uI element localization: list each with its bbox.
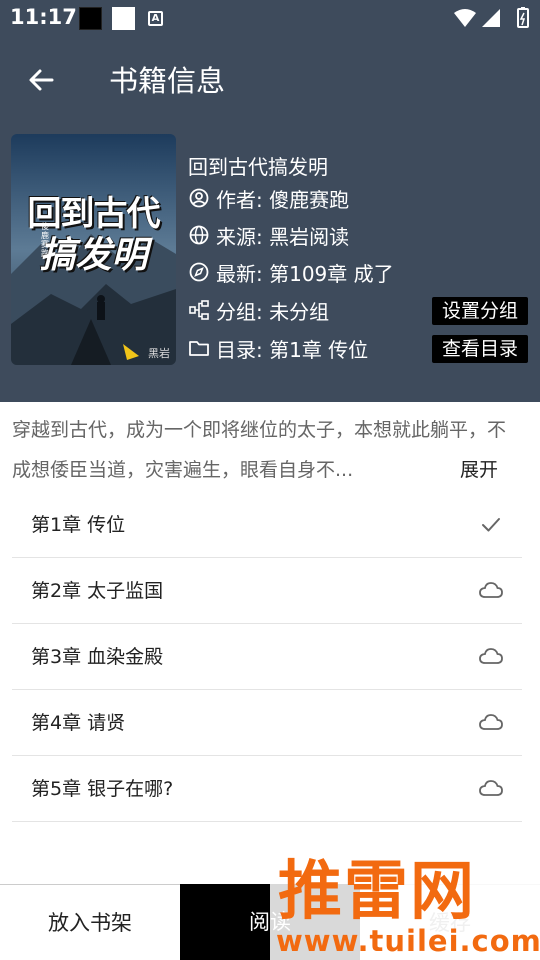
- status-bar: 11:17 A: [0, 0, 540, 36]
- chapter-item[interactable]: 第5章 银子在哪?: [12, 756, 522, 822]
- chapter-list: 第1章 传位 第2章 太子监国 第3章 血染金殿 第4章 请贤 第5章 银子在哪…: [12, 492, 522, 822]
- system-status-icons: [454, 7, 529, 28]
- notification-icon: [79, 7, 102, 30]
- watermark-logo: 推雷网: [278, 855, 476, 929]
- book-cover[interactable]: 回到古代 搞发明 傻鹿赛跑 黑岩: [11, 134, 176, 365]
- book-info-header: 书籍信息 回到古代 搞发明 傻鹿赛跑 黑岩 回到古代搞发明 作者: 傻鹿赛跑 来…: [0, 36, 540, 402]
- view-toc-button[interactable]: 查看目录: [432, 335, 528, 363]
- group-row: 分组: 未分组: [188, 295, 329, 325]
- group-label: 分组: 未分组: [216, 299, 330, 324]
- signal-icon: [482, 9, 500, 27]
- wifi-icon: [454, 9, 476, 27]
- cloud-icon: [479, 714, 503, 730]
- cloud-icon: [479, 648, 503, 664]
- latest-row: 最新: 第109章 成了: [188, 257, 394, 287]
- globe-icon: [189, 225, 209, 245]
- source-label: 来源: 黑岩阅读: [216, 224, 350, 249]
- book-name: 回到古代搞发明: [188, 155, 328, 179]
- chapter-item[interactable]: 第1章 传位: [12, 492, 522, 558]
- watermark: 推雷网 www.tuilei.com: [270, 840, 540, 960]
- chapter-label: 第3章 血染金殿: [31, 646, 164, 668]
- author-row: 作者: 傻鹿赛跑: [188, 183, 349, 213]
- toc-label: 目录: 第1章 传位: [216, 337, 369, 362]
- cover-author: 傻鹿赛跑: [41, 222, 49, 258]
- group-icon: [189, 300, 209, 320]
- chapter-item[interactable]: 第2章 太子监国: [12, 558, 522, 624]
- chapter-label: 第1章 传位: [31, 514, 126, 536]
- cover-brand: 黑岩: [148, 347, 170, 360]
- watermark-url: www.tuilei.com: [276, 924, 540, 958]
- person-icon: [189, 188, 209, 208]
- status-time: 11:17: [10, 5, 77, 29]
- latest-chapter-label: 最新: 第109章 成了: [216, 261, 394, 286]
- expand-intro-button[interactable]: 展开: [460, 450, 498, 490]
- author-label: 作者: 傻鹿赛跑: [216, 187, 350, 212]
- compass-icon: [189, 262, 209, 282]
- back-arrow-icon[interactable]: [22, 60, 62, 100]
- toc-row: 目录: 第1章 传位: [188, 333, 368, 363]
- chapter-item[interactable]: 第3章 血染金殿: [12, 624, 522, 690]
- add-to-shelf-button[interactable]: 放入书架: [0, 884, 180, 960]
- cover-title-line2: 搞发明: [39, 234, 148, 276]
- notification-icon: [112, 7, 135, 30]
- source-row: 来源: 黑岩阅读: [188, 220, 349, 250]
- page-title: 书籍信息: [109, 64, 226, 98]
- chapter-label: 第5章 银子在哪?: [31, 778, 174, 800]
- chapter-label: 第4章 请贤: [31, 712, 126, 734]
- folder-icon: [189, 341, 209, 356]
- check-icon: [482, 518, 500, 532]
- book-intro: 穿越到古代，成为一个即将继位的太子，本想就此躺平，不成想倭臣当道，灾害遍生，眼看…: [12, 419, 507, 481]
- cloud-icon: [479, 582, 503, 598]
- chapter-item[interactable]: 第4章 请贤: [12, 690, 522, 756]
- set-group-button[interactable]: 设置分组: [432, 297, 528, 325]
- chapter-label: 第2章 太子监国: [31, 580, 164, 602]
- cloud-icon: [479, 780, 503, 796]
- keyboard-icon: A: [148, 11, 163, 26]
